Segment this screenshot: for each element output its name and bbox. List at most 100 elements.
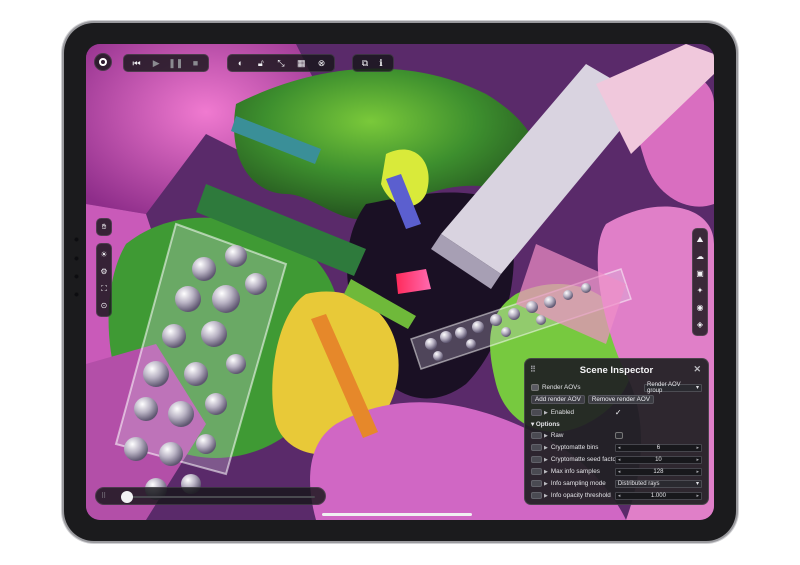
inspector-header[interactable]: ⠿ Scene Inspector ✕ [525, 359, 708, 381]
info-sampling-mode-select[interactable]: Distributed rays ▾ [614, 479, 702, 488]
info-sampling-mode-value: Distributed rays [617, 480, 660, 487]
keyframe-toggle[interactable] [531, 456, 542, 463]
raw-checkbox[interactable] [614, 432, 623, 439]
camera-sensor [74, 274, 79, 279]
disclosure-icon[interactable]: ▶ [544, 410, 548, 416]
cryptomatte-seed-label: Cryptomatte seed factor [550, 456, 615, 463]
drag-handle-icon[interactable]: ⠿ [530, 365, 536, 374]
weather-icon[interactable]: ☁ [695, 251, 706, 262]
chevron-down-icon: ▾ [695, 481, 699, 487]
lock-icon[interactable]: 🔓︎ [255, 58, 266, 69]
cryptomatte-bins-row: ▶ Cryptomatte bins ◂ 6 ▸ [531, 443, 702, 452]
crop-icon[interactable]: ⛶ [99, 283, 110, 294]
scene-inspector-panel: ⠿ Scene Inspector ✕ Render AOVs Render A… [524, 358, 709, 505]
chevron-down-icon: ▾ [695, 385, 699, 391]
mountain-icon[interactable]: ⛰ [695, 234, 706, 245]
render-aov-group-select[interactable]: Render AOV group ▾ [644, 381, 702, 394]
hand-icon: ✋︎ [101, 222, 107, 231]
render-aovs-label: Render AOVs [542, 384, 581, 391]
info-sampling-mode-row: ▶ Info sampling mode Distributed rays ▾ [531, 479, 702, 488]
info-opacity-field[interactable]: ◂ 1.000 ▸ [614, 491, 702, 500]
snapshot-icon[interactable]: ⧉ [360, 58, 370, 69]
cryptomatte-bins-field[interactable]: ◂ 6 ▸ [614, 443, 702, 452]
render-aovs-row: Render AOVs Render AOV group ▾ [531, 381, 702, 394]
playback-toolbar: ⏮ ▶ ❚❚ ■ [123, 54, 209, 72]
checker-icon[interactable]: ▦ [296, 58, 307, 69]
cryptomatte-seed-value: 10 [655, 456, 662, 463]
remove-render-aov-button[interactable]: Remove render AOV [587, 395, 654, 404]
timeline-knob[interactable] [120, 491, 133, 503]
camera-sensor [74, 292, 79, 297]
left-toolbar: ☀ ⚙ ⛶ ⊙ [96, 243, 112, 317]
cryptomatte-bins-label: Cryptomatte bins [550, 444, 599, 451]
render-aovs-checkbox[interactable] [531, 384, 539, 391]
keyframe-toggle[interactable] [531, 409, 542, 416]
enabled-row: ▶ Enabled ✓ [531, 408, 702, 417]
camera-icon[interactable]: ◉ [695, 302, 706, 313]
render-aov-group-value: Render AOV group [647, 381, 681, 394]
camera-sensor [74, 237, 79, 242]
play-icon[interactable]: ▶ [151, 58, 162, 69]
max-info-samples-label: Max info samples [550, 468, 600, 475]
cryptomatte-seed-field[interactable]: ◂ 10 ▸ [614, 455, 702, 464]
enabled-checkbox[interactable]: ✓ [615, 408, 622, 417]
info-sampling-mode-label: Info sampling mode [550, 480, 606, 487]
tools-toolbar: ◐ 🔓︎ ⤡ ▦ ⊗ [227, 54, 335, 72]
layers-icon[interactable]: ◈ [695, 319, 706, 330]
max-info-samples-field[interactable]: ◂ 128 ▸ [614, 467, 702, 476]
options-label: ▾ Options [531, 421, 560, 428]
home-indicator[interactable] [322, 513, 472, 516]
record-button[interactable] [94, 53, 112, 71]
close-circle-icon[interactable]: ⊗ [316, 58, 327, 69]
disclosure-icon[interactable]: ▶ [544, 445, 548, 451]
gear-icon[interactable]: ⚙ [99, 266, 110, 277]
disclosure-icon[interactable]: ▶ [544, 433, 548, 439]
sun-icon[interactable]: ☀ [99, 249, 110, 260]
max-info-samples-row: ▶ Max info samples ◂ 128 ▸ [531, 467, 702, 476]
info-opacity-row: ▶ Info opacity threshold ◂ 1.000 ▸ [531, 491, 702, 500]
keyframe-toggle[interactable] [531, 432, 542, 439]
sparkle-icon[interactable]: ✦ [695, 285, 706, 296]
add-render-aov-button[interactable]: Add render AOV [531, 395, 585, 404]
raw-row: ▶ Raw [531, 431, 702, 440]
disclosure-icon[interactable]: ▶ [544, 457, 548, 463]
skip-back-icon[interactable]: ⏮ [131, 58, 142, 69]
record-icon [99, 58, 107, 66]
keyframe-toggle[interactable] [531, 468, 542, 475]
info-opacity-value: 1.000 [650, 492, 666, 499]
raw-label: Raw [550, 432, 564, 439]
timeline-scrubber[interactable]: ⠿ [95, 487, 326, 505]
enabled-label: Enabled [550, 409, 574, 416]
cryptomatte-seed-row: ▶ Cryptomatte seed factor ◂ 10 ▸ [531, 455, 702, 464]
disclosure-icon[interactable]: ▶ [544, 469, 548, 475]
info-icon[interactable]: ℹ [376, 58, 386, 69]
close-icon[interactable]: ✕ [693, 364, 701, 375]
drag-handle-icon[interactable]: ⠿ [101, 492, 106, 500]
increment-icon[interactable]: ▸ [696, 469, 699, 475]
cryptomatte-bins-value: 6 [656, 444, 661, 451]
gallery-icon[interactable]: ▣ [695, 268, 706, 279]
increment-icon[interactable]: ▸ [696, 445, 699, 451]
options-section[interactable]: ▾ Options [531, 420, 702, 429]
toggle-icon[interactable]: ◐ [235, 58, 246, 69]
hand-tool[interactable]: ✋︎ [96, 218, 112, 236]
keyframe-toggle[interactable] [531, 444, 542, 451]
disclosure-icon[interactable]: ▶ [544, 493, 548, 499]
camera-sensor [74, 256, 79, 261]
info-opacity-label: Info opacity threshold [550, 492, 611, 499]
extras-toolbar: ⧉ ℹ [352, 54, 394, 72]
increment-icon[interactable]: ▸ [696, 457, 699, 463]
expand-icon[interactable]: ⤡ [276, 58, 287, 69]
keyframe-toggle[interactable] [531, 480, 542, 487]
target-icon[interactable]: ⊙ [99, 300, 110, 311]
aov-buttons-row: Add render AOV Remove render AOV [531, 395, 702, 404]
pause-icon[interactable]: ❚❚ [168, 58, 183, 69]
increment-icon[interactable]: ▸ [696, 493, 699, 499]
keyframe-toggle[interactable] [531, 492, 542, 499]
disclosure-icon[interactable]: ▶ [544, 481, 548, 487]
inspector-title: Scene Inspector [579, 364, 654, 376]
max-info-samples-value: 128 [653, 468, 664, 475]
stop-icon[interactable]: ■ [190, 58, 201, 69]
right-toolbar: ⛰ ☁ ▣ ✦ ◉ ◈ [692, 228, 708, 336]
timeline-track[interactable] [126, 496, 315, 498]
